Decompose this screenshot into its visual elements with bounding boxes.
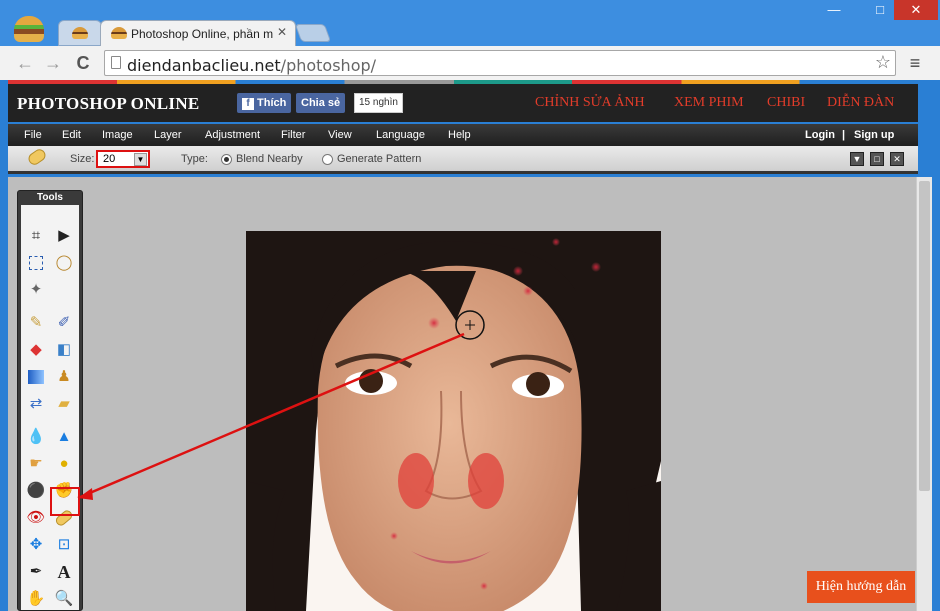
url-text: diendanbaclieu.net/photoshop/ [127,56,376,75]
browser-logo-icon [14,16,44,42]
signup-link[interactable]: Sign up [854,129,894,141]
brush-tool-icon[interactable]: ✐ [53,312,75,334]
sponge-tool-icon[interactable]: ● [53,453,75,475]
menu-file[interactable]: File [24,129,42,141]
menu-image[interactable]: Image [102,129,133,141]
chevron-down-icon[interactable]: ▼ [134,153,147,166]
bandage-tool-icon [26,146,48,168]
type-label: Type: [181,153,208,165]
scrollbar[interactable] [916,177,932,611]
tab-active[interactable]: Photoshop Online, phần m ✕ [100,20,296,46]
generate-pattern-radio[interactable] [322,154,333,165]
smudge-tool-icon[interactable]: ☛ [25,453,47,475]
fb-like-button[interactable]: f Thích [237,93,292,113]
move-tool-icon[interactable]: ▶ [53,225,75,247]
menu-icon[interactable]: ≡ [904,52,926,74]
facebook-icon: f [242,98,254,110]
menu-language[interactable]: Language [376,129,425,141]
restore-panel-icon[interactable]: □ [870,152,884,166]
login-link[interactable]: Login [805,129,835,141]
type-tool-icon[interactable]: A [53,561,75,583]
color-replace-icon[interactable]: ⇄ [25,393,47,415]
size-value: 20 [103,153,116,165]
marquee-tool-icon[interactable] [25,252,47,274]
image-canvas[interactable] [246,231,661,611]
collapse-panel-icon[interactable]: ▼ [850,152,864,166]
fb-like-label: Thích [257,97,287,109]
app-menubar: File Edit Image Layer Adjustment Filter … [8,124,918,146]
site-logo[interactable]: PHOTOSHOP ONLINE [17,94,200,114]
generate-pattern-label[interactable]: Generate Pattern [337,153,421,165]
fb-share-button[interactable]: Chia sẻ [296,93,346,113]
nav-chibi[interactable]: CHIBI [767,95,805,111]
tab-inactive[interactable] [58,20,102,46]
minimize-button[interactable]: — [822,0,846,20]
menu-view[interactable]: View [328,129,352,141]
menu-adjustment[interactable]: Adjustment [205,129,260,141]
star-icon[interactable]: ☆ [875,52,891,73]
menu-help[interactable]: Help [448,129,471,141]
eraser-tool-icon[interactable]: ◆ [25,339,47,361]
menu-filter[interactable]: Filter [281,129,305,141]
back-button[interactable]: ← [14,52,36,74]
menu-layer[interactable]: Layer [154,129,182,141]
forward-button[interactable]: → [42,52,64,74]
nav-movies[interactable]: XEM PHIM [674,95,744,111]
show-guide-button[interactable]: Hiện hướng dẫn [807,571,915,603]
dodge-tool-icon[interactable]: ⚫ [25,480,47,502]
url-path: /photoshop/ [280,56,377,75]
maximize-button[interactable]: □ [868,0,892,20]
bucket-tool-icon[interactable]: ◧ [53,339,75,361]
burger-favicon-icon [111,27,127,39]
hand-tool-icon[interactable]: ✋ [25,588,47,610]
nav-forum[interactable]: DIỄN ĐÀN [827,95,894,111]
browser-toolbar: ← → C diendanbaclieu.net/photoshop/ ☆ ≡ [0,46,940,80]
tab-title: Photoshop Online, phần m [131,27,274,41]
new-tab-button[interactable] [294,24,332,42]
tools-title: Tools [37,192,63,203]
portrait-image [246,231,661,611]
zoom-tool-icon[interactable]: 🔍 [53,588,75,610]
scroll-thumb[interactable] [919,181,930,491]
tool-options-bar: Size: 20 ▼ Type: Blend Nearby Generate P… [8,146,918,174]
red-eye-tool-icon[interactable]: 👁 [25,507,47,529]
size-select[interactable]: 20 ▼ [96,150,150,168]
crop-tool-icon[interactable]: ⌗ [25,225,47,247]
pinch-tool-icon[interactable]: ⊡ [53,534,75,556]
close-window-button[interactable]: ✕ [894,0,938,20]
pencil-tool-icon[interactable]: ✎ [25,312,47,334]
bloat-tool-icon[interactable]: ✥ [25,534,47,556]
blur-tool-icon[interactable]: 💧 [25,426,47,448]
reload-button[interactable]: C [72,52,94,74]
blend-nearby-radio[interactable] [221,154,232,165]
browser-titlebar: Photoshop Online, phần m ✕ — □ ✕ [0,0,940,46]
close-panel-icon[interactable]: ✕ [890,152,904,166]
sharpen-tool-icon[interactable]: ▲ [53,426,75,448]
menu-edit[interactable]: Edit [62,129,81,141]
blend-nearby-label[interactable]: Blend Nearby [236,153,303,165]
url-host: diendanbaclieu.net [127,56,281,75]
stamp-tool-icon[interactable]: ♟ [53,366,75,388]
address-bar[interactable]: diendanbaclieu.net/photoshop/ ☆ [104,50,896,76]
fb-share-count: 15 nghìn [354,93,403,113]
burger-favicon-icon [72,27,88,39]
magic-wand-icon[interactable]: ✦ [25,279,47,301]
page-icon [111,56,121,69]
spot-heal-highlight [50,487,80,516]
nav-edit-photo[interactable]: CHỈNH SỬA ẢNH [535,95,645,111]
menu-separator: | [842,129,846,141]
tools-panel: Tools ⌗ ▶ ◯ ✦ ✎ ✐ ◆ ◧ ♟ ⇄ ▰ 💧 ▲ ☛ ● ⚫ ✊ … [17,190,83,611]
lasso-tool-icon[interactable]: ◯ [53,252,75,274]
size-label: Size: [70,153,95,165]
site-header: PHOTOSHOP ONLINE f Thích Chia sẻ 15 nghìn… [8,84,918,122]
shape-tool-icon[interactable]: ▰ [53,393,75,415]
gradient-tool-icon[interactable] [25,366,47,388]
tools-body: ⌗ ▶ ◯ ✦ ✎ ✐ ◆ ◧ ♟ ⇄ ▰ 💧 ▲ ☛ ● ⚫ ✊ 👁 ✥ ⊡ … [21,205,79,610]
color-picker-icon[interactable]: ✒ [25,561,47,583]
tab-close-icon[interactable]: ✕ [277,25,287,39]
